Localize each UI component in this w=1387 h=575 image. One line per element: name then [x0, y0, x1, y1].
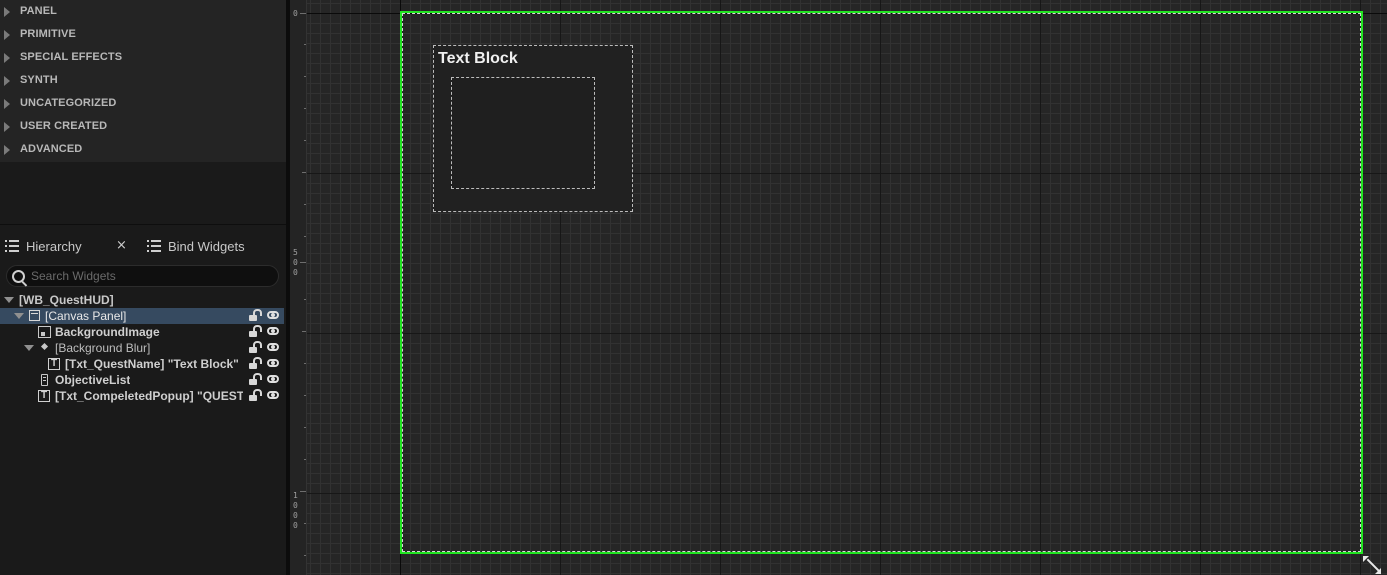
- collapse-arrow-icon[interactable]: [24, 345, 34, 351]
- tab-label: Bind Widgets: [168, 239, 245, 254]
- tab-label: Hierarchy: [26, 239, 82, 254]
- designer-viewport[interactable]: 0 5 0 0 1 0 0 0 Text Block: [290, 0, 1387, 575]
- widget-palette: PANEL PRIMITIVE SPECIAL EFFECTS SYNTH UN…: [0, 0, 286, 162]
- text-block-widget[interactable]: Text Block: [433, 45, 633, 212]
- category-label: SYNTH: [20, 74, 58, 86]
- vertical-ruler: 0 5 0 0 1 0 0 0: [290, 0, 307, 575]
- category-label: ADVANCED: [20, 143, 83, 155]
- expand-arrow-icon: [4, 7, 10, 17]
- ruler-label: 1: [293, 491, 298, 500]
- lock-icon[interactable]: [249, 389, 262, 402]
- ruler-label: 0: [293, 9, 298, 18]
- tree-item-label: [WB_QuestHUD]: [19, 293, 114, 307]
- panel-divider[interactable]: [0, 224, 286, 225]
- expand-arrow-icon: [4, 99, 10, 109]
- text-icon: T: [48, 358, 60, 370]
- category-label: PANEL: [20, 5, 57, 17]
- collapse-arrow-icon[interactable]: [4, 297, 14, 303]
- tree-item-label: ObjectiveList: [55, 373, 131, 387]
- ruler-label: 5: [293, 248, 298, 257]
- expand-arrow-icon: [4, 145, 10, 155]
- search-icon: [12, 270, 25, 283]
- tree-root-row[interactable]: [WB_QuestHUD]: [0, 292, 284, 308]
- expand-arrow-icon: [4, 76, 10, 86]
- tree-item-label: [Canvas Panel]: [45, 309, 127, 323]
- visibility-eye-icon[interactable]: [267, 359, 279, 367]
- canvas-panel-icon: [29, 310, 40, 321]
- search-box[interactable]: [6, 265, 279, 287]
- palette-category-advanced[interactable]: ADVANCED: [0, 138, 286, 161]
- ruler-label: 0: [293, 268, 298, 277]
- tree-row-background-blur[interactable]: [Background Blur]: [0, 340, 284, 356]
- tree-item-label: BackgroundImage: [55, 325, 160, 339]
- palette-category-user-created[interactable]: USER CREATED: [0, 115, 286, 138]
- tree-row-txt-completedpopup[interactable]: T [Txt_CompeletedPopup] "QUEST COMPLETE": [0, 388, 284, 404]
- lock-icon[interactable]: [249, 373, 262, 386]
- expand-arrow-icon: [4, 53, 10, 63]
- category-label: UNCATEGORIZED: [20, 97, 117, 109]
- ruler-label: 0: [293, 501, 298, 510]
- expand-arrow-icon: [4, 30, 10, 40]
- category-label: SPECIAL EFFECTS: [20, 51, 123, 63]
- left-panel: PANEL PRIMITIVE SPECIAL EFFECTS SYNTH UN…: [0, 0, 286, 575]
- tree-row-txt-questname[interactable]: T [Txt_QuestName] "Text Block": [0, 356, 284, 372]
- palette-category-special-effects[interactable]: SPECIAL EFFECTS: [0, 46, 286, 69]
- lock-icon[interactable]: [249, 325, 262, 338]
- palette-category-uncategorized[interactable]: UNCATEGORIZED: [0, 92, 286, 115]
- lock-icon[interactable]: [249, 357, 262, 370]
- list-view-icon: [41, 374, 48, 386]
- expand-arrow-icon: [4, 122, 10, 132]
- category-label: PRIMITIVE: [20, 28, 76, 40]
- category-label: USER CREATED: [20, 120, 108, 132]
- tree-row-objectivelist[interactable]: ObjectiveList: [0, 372, 284, 388]
- lock-icon[interactable]: [249, 341, 262, 354]
- search-input[interactable]: [31, 267, 271, 285]
- text-icon: T: [38, 390, 50, 402]
- tree-row-canvas-panel[interactable]: [Canvas Panel]: [0, 308, 284, 324]
- close-tab-icon[interactable]: ×: [116, 238, 127, 253]
- tree-item-label: [Txt_QuestName] "Text Block": [65, 357, 239, 371]
- blur-icon: [40, 342, 49, 351]
- bind-widgets-icon: [147, 240, 161, 252]
- image-icon: [38, 326, 51, 338]
- tree-row-background-image[interactable]: BackgroundImage: [0, 324, 284, 340]
- lock-icon[interactable]: [249, 309, 262, 322]
- tree-item-label: [Txt_CompeletedPopup] "QUEST COMPLETE": [55, 389, 243, 403]
- ruler-label: 0: [293, 521, 298, 530]
- visibility-eye-icon[interactable]: [267, 311, 279, 319]
- palette-category-primitive[interactable]: PRIMITIVE: [0, 23, 286, 46]
- palette-category-synth[interactable]: SYNTH: [0, 69, 286, 92]
- tab-hierarchy[interactable]: Hierarchy ×: [0, 235, 138, 259]
- visibility-eye-icon[interactable]: [267, 327, 279, 335]
- visibility-eye-icon[interactable]: [267, 391, 279, 399]
- tab-bind-widgets[interactable]: Bind Widgets: [140, 235, 286, 259]
- visibility-eye-icon[interactable]: [267, 343, 279, 351]
- text-block-label: Text Block: [438, 50, 518, 67]
- background-blur-widget[interactable]: [451, 77, 595, 189]
- ruler-label: 0: [293, 258, 298, 267]
- collapse-arrow-icon[interactable]: [14, 313, 24, 319]
- tree-item-label: [Background Blur]: [55, 341, 151, 355]
- palette-category-panel[interactable]: PANEL: [0, 0, 286, 23]
- resize-handle-icon[interactable]: [1363, 556, 1381, 574]
- ruler-label: 0: [293, 511, 298, 520]
- visibility-eye-icon[interactable]: [267, 375, 279, 383]
- hierarchy-icon: [5, 240, 19, 252]
